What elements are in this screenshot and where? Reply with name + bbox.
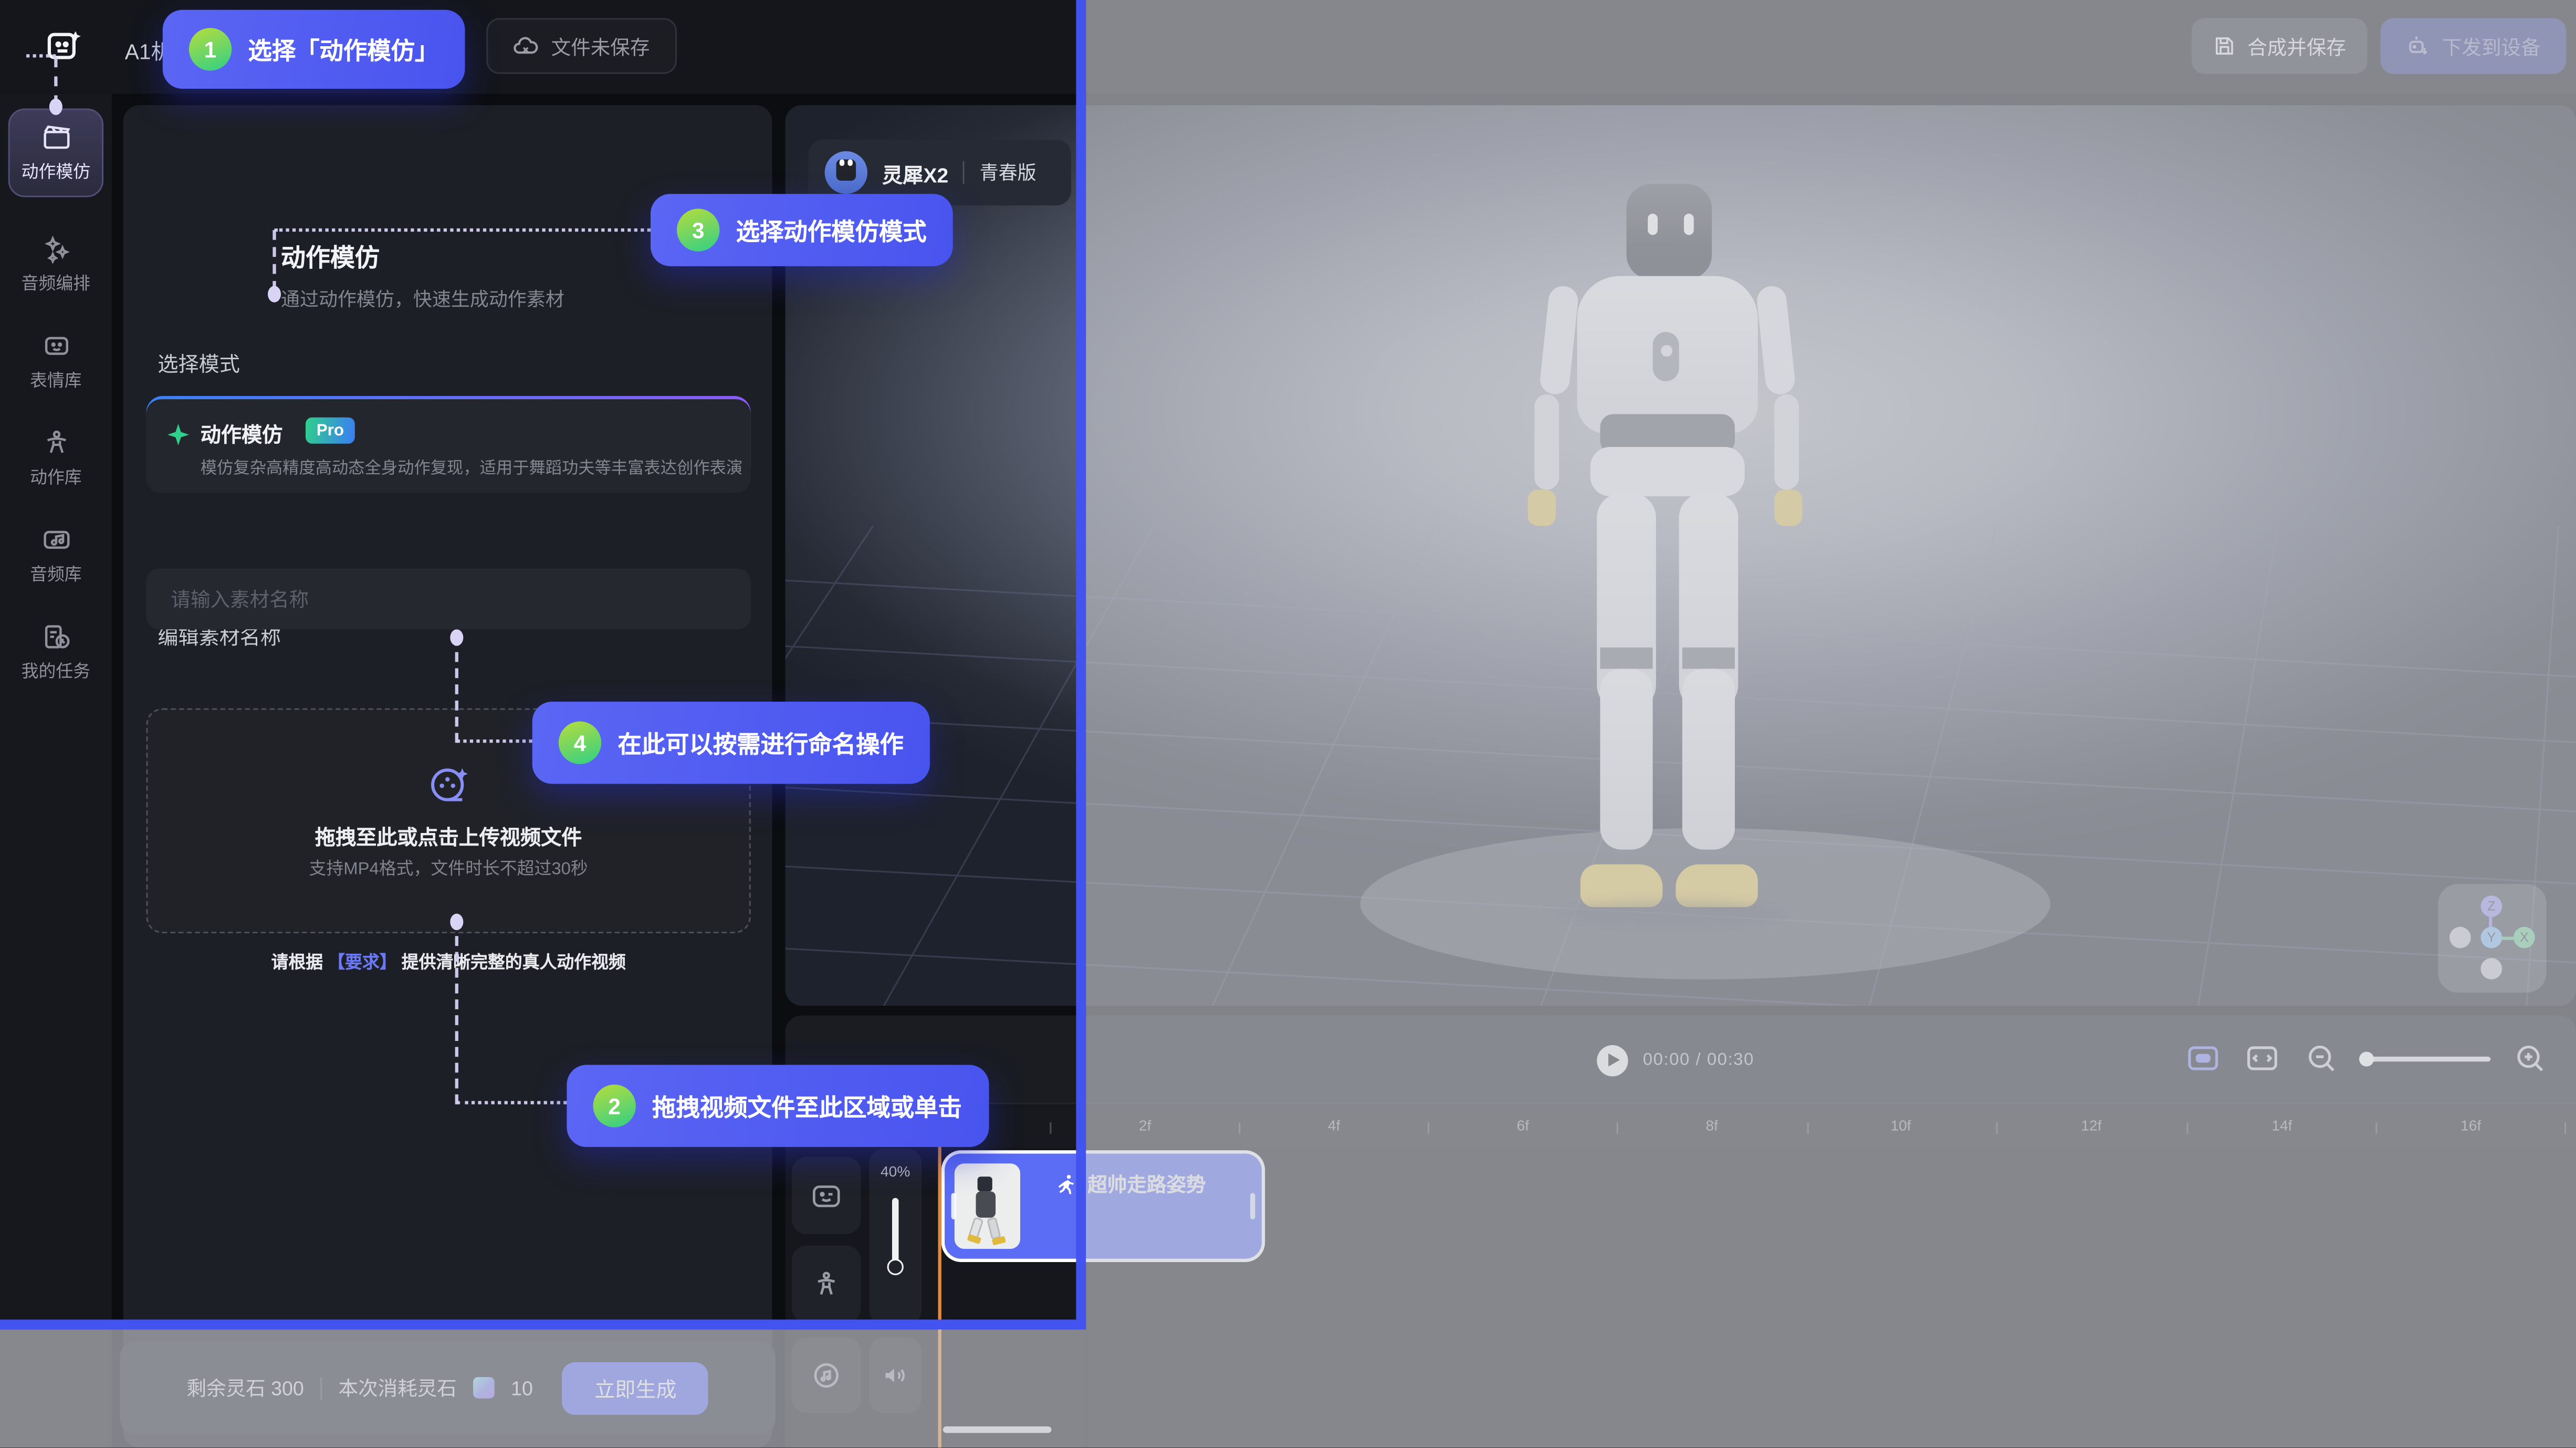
motion-track-button[interactable] xyxy=(792,1246,861,1323)
dropzone-hint: 支持MP4格式，文件时长不超过30秒 xyxy=(309,856,588,881)
app-root: A1机 文件未保存 合成并保存 下发到设备 动作模仿 音频编排 表情库 xyxy=(0,0,2576,1447)
upload-note: 请根据 【要求】 提供清晰完整的真人动作视频 xyxy=(146,950,750,974)
tutorial-step-2: 2 拖拽视频文件至此区域或单击 xyxy=(567,1065,988,1147)
volume-value: 40% xyxy=(869,1163,922,1180)
clip-thumbnail xyxy=(955,1163,1020,1249)
robot-name: 灵犀X2 xyxy=(882,157,948,188)
clapperboard-icon xyxy=(40,122,71,153)
sidebar-item-motion-imitate[interactable]: 动作模仿 xyxy=(8,109,103,197)
pro-badge: Pro xyxy=(306,418,355,444)
connector-step3-h xyxy=(275,228,651,232)
sidebar-item-audio-arrange[interactable]: 音频编排 xyxy=(8,222,103,307)
robot-face-icon xyxy=(40,330,71,361)
sidebar-item-label: 音频库 xyxy=(30,562,82,587)
panel-title: 动作模仿 xyxy=(281,240,380,275)
connector-dot-step2 xyxy=(450,914,463,930)
panel-subtitle: 通过动作模仿，快速生成动作素材 xyxy=(281,286,564,312)
overlay-mask-right xyxy=(1086,0,2576,1447)
spotlight-border-vertical xyxy=(1076,0,1086,1329)
sidebar-item-label: 动作模仿 xyxy=(22,159,90,184)
figure-icon xyxy=(810,1268,843,1301)
sidebar-item-motion-lib[interactable]: 动作库 xyxy=(8,416,103,502)
expression-track-button[interactable] xyxy=(792,1157,861,1234)
connector-step3-v xyxy=(273,230,276,291)
clip-trim-handle-left[interactable] xyxy=(951,1193,956,1220)
step-number: 1 xyxy=(189,28,232,70)
mode-description: 模仿复杂高精度高动态全身动作复现，适用于舞蹈功夫等丰富表达创作表演 xyxy=(201,454,743,478)
step-label: 选择动作模仿模式 xyxy=(736,213,927,247)
step-number: 4 xyxy=(559,722,601,764)
connector-step1-h xyxy=(26,54,56,57)
sidebar-item-label: 表情库 xyxy=(30,368,82,393)
volume-panel: 40% xyxy=(869,1149,922,1325)
film-reel-sparkle-icon xyxy=(426,761,470,805)
volume-slider[interactable] xyxy=(892,1198,899,1267)
material-name-input[interactable] xyxy=(146,569,750,630)
mode-name: 动作模仿 xyxy=(201,418,282,449)
connector-dot-step1 xyxy=(49,99,62,115)
step-number: 3 xyxy=(677,209,719,251)
step-label: 拖拽视频文件至此区域或单击 xyxy=(652,1089,962,1123)
divider xyxy=(963,161,965,184)
wink-face-icon xyxy=(810,1179,843,1212)
mode-card-pro[interactable]: 动作模仿 Pro 模仿复杂高精度高动态全身动作复现，适用于舞蹈功夫等丰富表达创作… xyxy=(146,399,750,493)
dropzone-title: 拖拽至此或点击上传视频文件 xyxy=(315,820,582,851)
nav-sidebar: 动作模仿 音频编排 表情库 动作库 音频库 我的任务 xyxy=(0,93,112,1447)
mode-section-label: 选择模式 xyxy=(158,347,239,378)
step-label: 在此可以按需进行命名操作 xyxy=(617,725,903,760)
spotlight-border-horizontal xyxy=(0,1319,1086,1329)
sidebar-item-label: 动作库 xyxy=(30,465,82,489)
step-number: 2 xyxy=(593,1085,636,1127)
sidebar-item-audio-lib[interactable]: 音频库 xyxy=(8,513,103,598)
connector-step4-v xyxy=(455,636,458,743)
step-label: 选择「动作模仿」 xyxy=(248,32,438,67)
running-person-icon xyxy=(1056,1173,1078,1195)
cloud-unsaved-icon xyxy=(514,33,540,59)
music-card-icon xyxy=(40,524,71,555)
sidebar-item-my-tasks[interactable]: 我的任务 xyxy=(8,610,103,695)
sidebar-item-label: 我的任务 xyxy=(22,659,90,684)
overlay-mask-bottom xyxy=(0,1329,1086,1447)
four-point-star-icon xyxy=(166,422,191,447)
person-icon xyxy=(40,427,71,458)
unsaved-label: 文件未保存 xyxy=(551,32,650,60)
connector-step4-h xyxy=(457,739,532,743)
requirements-link[interactable]: 【要求】 xyxy=(328,953,396,973)
connector-step2-v xyxy=(455,920,458,1104)
tutorial-step-3: 3 选择动作模仿模式 xyxy=(651,194,953,266)
file-unsaved-status[interactable]: 文件未保存 xyxy=(486,18,677,74)
task-clock-icon xyxy=(40,621,71,652)
sidebar-item-expression-lib[interactable]: 表情库 xyxy=(8,319,103,404)
robot-avatar xyxy=(825,151,867,194)
connector-step2-h xyxy=(457,1101,567,1104)
tutorial-step-4: 4 在此可以按需进行命名操作 xyxy=(532,702,930,784)
app-logo-icon[interactable] xyxy=(44,26,83,66)
connector-step1-v xyxy=(54,58,57,106)
tutorial-step-1: 1 选择「动作模仿」 xyxy=(163,10,465,89)
connector-dot-step4 xyxy=(450,629,463,645)
connector-dot-step3 xyxy=(268,286,281,302)
robot-edition: 青春版 xyxy=(980,159,1036,185)
sparkles-icon xyxy=(40,233,71,264)
sidebar-item-label: 音频编排 xyxy=(22,271,90,296)
